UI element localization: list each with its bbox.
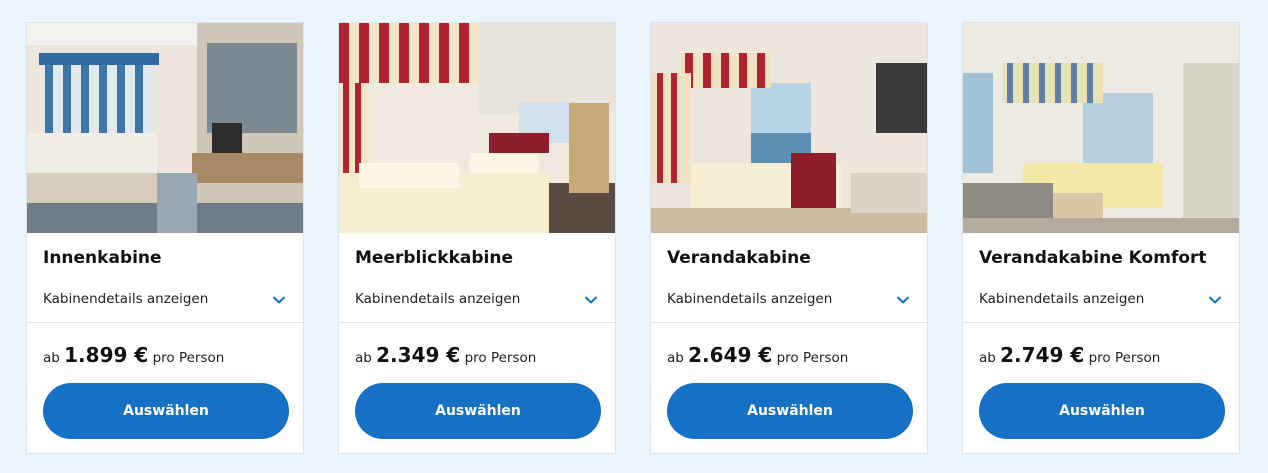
cabin-card-verandakabine-komfort: Verandakabine Komfort Kabinendetails anz… (962, 22, 1240, 454)
price-amount: 2.649 € (688, 343, 773, 367)
card-divider (963, 322, 1239, 323)
cabin-price: ab 2.649 € pro Person (667, 343, 848, 367)
card-divider (651, 322, 927, 323)
price-suffix: pro Person (152, 350, 225, 366)
cabin-details-label: Kabinendetails anzeigen (667, 291, 833, 307)
card-divider (339, 322, 615, 323)
price-prefix: ab (43, 350, 60, 366)
cabin-title: Meerblickkabine (355, 248, 513, 268)
cabin-details-toggle[interactable]: Kabinendetails anzeigen (355, 289, 599, 311)
price-amount: 1.899 € (64, 343, 149, 367)
price-suffix: pro Person (464, 350, 537, 366)
price-prefix: ab (667, 350, 684, 366)
cabin-photo-ocean-view (339, 23, 615, 233)
card-divider (27, 322, 303, 323)
cabin-photo-veranda (651, 23, 927, 233)
cabin-details-label: Kabinendetails anzeigen (43, 291, 209, 307)
price-prefix: ab (355, 350, 372, 366)
cabin-title: Innenkabine (43, 248, 162, 268)
cabin-price: ab 2.349 € pro Person (355, 343, 536, 367)
chevron-down-icon (585, 296, 597, 304)
cabin-card-innenkabine: Innenkabine Kabinendetails anzeigen ab 1… (26, 22, 304, 454)
chevron-down-icon (1209, 296, 1221, 304)
cabin-details-toggle[interactable]: Kabinendetails anzeigen (667, 289, 911, 311)
select-cabin-button[interactable]: Auswählen (43, 383, 289, 439)
cabin-photo-inside (27, 23, 303, 233)
price-suffix: pro Person (776, 350, 849, 366)
chevron-down-icon (273, 296, 285, 304)
select-cabin-button[interactable]: Auswählen (979, 383, 1225, 439)
cabin-details-label: Kabinendetails anzeigen (979, 291, 1145, 307)
price-suffix: pro Person (1088, 350, 1161, 366)
cabin-photo-veranda-comfort (963, 23, 1239, 233)
cabin-card-meerblickkabine: Meerblickkabine Kabinendetails anzeigen … (338, 22, 616, 454)
chevron-down-icon (897, 296, 909, 304)
select-cabin-button[interactable]: Auswählen (667, 383, 913, 439)
price-amount: 2.349 € (376, 343, 461, 367)
price-amount: 2.749 € (1000, 343, 1085, 367)
cabin-card-verandakabine: Verandakabine Kabinendetails anzeigen ab… (650, 22, 928, 454)
cabin-price: ab 1.899 € pro Person (43, 343, 224, 367)
cabin-details-toggle[interactable]: Kabinendetails anzeigen (979, 289, 1223, 311)
cabin-details-label: Kabinendetails anzeigen (355, 291, 521, 307)
select-cabin-button[interactable]: Auswählen (355, 383, 601, 439)
cabin-title: Verandakabine Komfort (979, 248, 1207, 268)
price-prefix: ab (979, 350, 996, 366)
cabin-price: ab 2.749 € pro Person (979, 343, 1160, 367)
cabin-details-toggle[interactable]: Kabinendetails anzeigen (43, 289, 287, 311)
cabin-title: Verandakabine (667, 248, 811, 268)
